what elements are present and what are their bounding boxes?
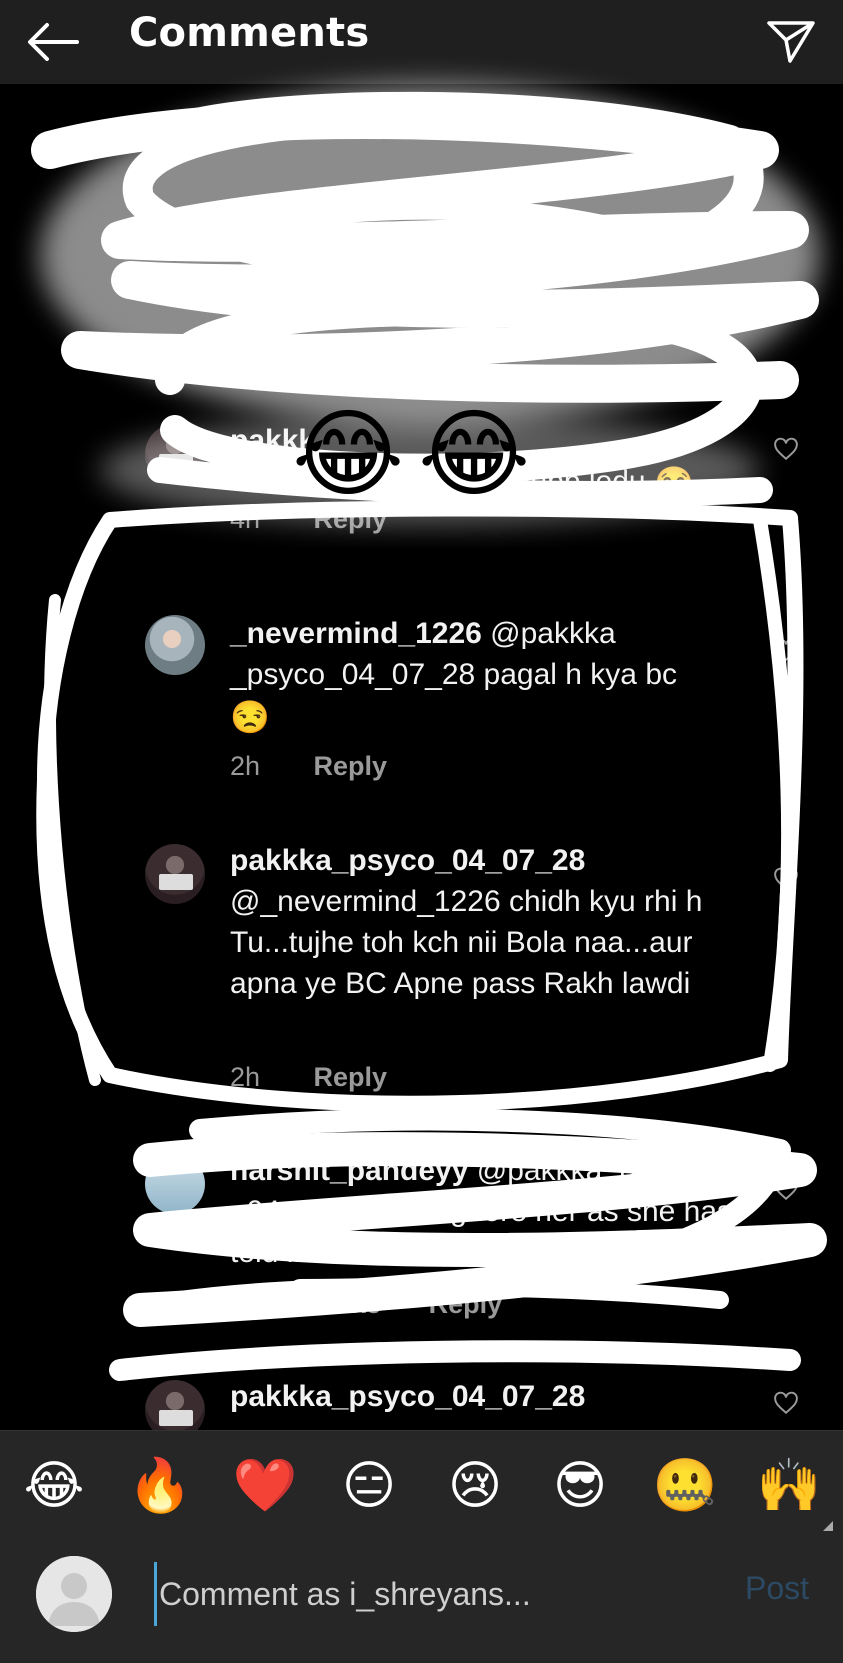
avatar[interactable] — [145, 1154, 205, 1214]
post-button[interactable]: Post — [745, 1570, 809, 1607]
comment-text: pakkka_psyco_04_07_28 — [230, 1376, 750, 1417]
arrow-left-icon — [28, 23, 79, 61]
heart-icon[interactable] — [773, 637, 799, 663]
comment-time: 2h — [230, 1062, 261, 1092]
comment-emoji: 😂 — [511, 1235, 552, 1272]
comments-list[interactable]: pakkk @ chupp lodu 😂 4h Reply _nevermind… — [0, 84, 843, 1430]
comment-username[interactable]: pakkka_psyco_04_07_28 — [230, 844, 585, 877]
comment-meta: 4h Reply — [230, 504, 387, 535]
comment-username[interactable]: harshit_pandeyy — [230, 1154, 468, 1187]
comment-input[interactable] — [154, 1562, 709, 1626]
share-button[interactable] — [755, 6, 827, 78]
avatar — [36, 1556, 112, 1632]
raising-hands-emoji-button[interactable]: 🙌 — [754, 1451, 824, 1521]
crying-emoji-button[interactable]: 😢 — [440, 1451, 510, 1521]
fire-emoji-button[interactable]: 🔥 — [125, 1451, 195, 1521]
comment-meta: 2h 1 like Reply — [230, 1289, 502, 1320]
expand-corner-icon — [823, 1521, 833, 1531]
comment-text: _nevermind_1226 @pakkka _psyco_04_07_28 … — [230, 613, 750, 738]
comment-emoji: 😒 — [230, 698, 270, 735]
comment-meta: 2h Reply — [230, 1062, 387, 1093]
zipper-mouth-emoji-button[interactable]: 🤐 — [650, 1451, 720, 1521]
comment-time: 2h — [230, 751, 261, 781]
comment-text: pakkka_psyco_04_07_28 @_nevermind_1226 c… — [230, 840, 750, 1004]
tears-of-joy-emoji-button[interactable]: 😂 — [19, 1451, 89, 1521]
avatar[interactable] — [145, 1380, 205, 1430]
heart-icon[interactable] — [773, 1176, 799, 1202]
header-bar: Comments — [0, 0, 843, 85]
comment-username[interactable]: pakkka_psyco_04_07_28 — [230, 1380, 585, 1413]
default-avatar-icon — [36, 1556, 112, 1632]
back-button[interactable] — [16, 6, 88, 78]
comment-time: 2h — [230, 1289, 261, 1319]
red-heart-emoji-button[interactable]: ❤️ — [230, 1451, 300, 1521]
avatar[interactable] — [145, 615, 205, 675]
reply-button[interactable]: Reply — [314, 1062, 388, 1092]
comment-emoji: 😂 — [653, 464, 694, 501]
comment-text: pakkk @ chupp lodu 😂 — [230, 420, 750, 504]
reply-button[interactable]: Reply — [314, 504, 388, 534]
reply-button[interactable]: Reply — [429, 1289, 503, 1319]
sunglasses-emoji-button[interactable]: 😎 — [545, 1451, 615, 1521]
comment-username[interactable]: _nevermind_1226 — [230, 617, 482, 650]
emoji-quick-bar: 😂 🔥 ❤️ 😑 😢 😎 🤐 🙌 — [0, 1430, 843, 1541]
expressionless-emoji-button[interactable]: 😑 — [334, 1451, 404, 1521]
comment-text: harshit_pandeyy @pakkka_psyco _04_07_28 … — [230, 1150, 750, 1275]
comment-composer: Post — [0, 1540, 843, 1663]
avatar[interactable] — [145, 424, 205, 484]
comment-username[interactable]: pakkk — [230, 424, 315, 457]
comment-body: @ chupp lodu — [460, 465, 646, 498]
heart-icon[interactable] — [773, 866, 799, 892]
avatar[interactable] — [145, 844, 205, 904]
comment-time: 4h — [230, 504, 261, 534]
paper-plane-icon — [767, 21, 815, 63]
heart-icon[interactable] — [773, 1390, 799, 1416]
comment-meta: 2h Reply — [230, 751, 387, 782]
reply-button[interactable]: Reply — [314, 751, 388, 781]
comment-body: @_nevermind_1226 chidh kyu rhi h Tu...tu… — [230, 885, 703, 1000]
heart-icon[interactable] — [773, 436, 799, 462]
page-title: Comments — [129, 10, 370, 56]
comment-likes[interactable]: 1 like — [314, 1289, 382, 1320]
